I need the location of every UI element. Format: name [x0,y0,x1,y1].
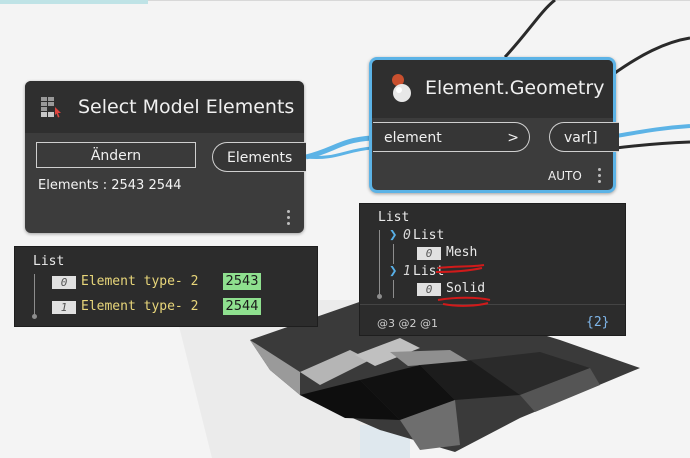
level-indicators[interactable]: @3 @2 @1 [377,317,438,330]
node-title: Select Model Elements [78,96,295,118]
tree-line-end [377,294,382,299]
list-item-label: Element type- 2 [81,299,199,314]
select-elements-icon [41,97,61,118]
list-item-value: Mesh [446,245,478,260]
tree-line [34,274,35,316]
more-options-icon[interactable] [287,210,291,230]
node-header[interactable]: Element.Geometry [372,60,613,118]
expand-chevron-icon[interactable]: ❯ [389,227,397,243]
tree-line [379,230,380,296]
node-title: Element.Geometry [425,77,605,99]
list-index: 0 [52,276,76,289]
element-id-badge[interactable]: 2543 [223,273,261,290]
node-header[interactable]: Select Model Elements [25,81,304,133]
geometry-icon [392,74,411,102]
tree-line [393,280,394,298]
preview-header: List [378,210,410,225]
preview-header: List [33,254,65,269]
input-chevron-icon: > [507,130,519,146]
list-index: 0 [403,228,411,243]
list-index: 0 [417,283,441,296]
element-input-port[interactable]: element > [373,122,530,152]
var-output-port[interactable]: var[] [549,122,619,152]
list-index: 0 [417,247,441,260]
selection-info: Elements : 2543 2544 [38,178,182,193]
sublist-label: List [413,228,445,243]
elements-output-port[interactable]: Elements [212,142,306,172]
input-port-label: element [384,130,442,146]
list-index: 1 [403,264,411,279]
list-item-label: Element type- 2 [81,274,199,289]
preview-separator [360,304,625,305]
list-index: 1 [52,301,76,314]
lacing-indicator[interactable]: AUTO [548,169,582,183]
geometry-node-preview: List ❯ 0 List 0 Mesh ❯ 1 List 0 Solid @3… [359,203,626,336]
expand-chevron-icon[interactable]: ❯ [389,263,397,279]
element-geometry-node[interactable]: Element.Geometry element > var[] AUTO [369,57,619,193]
sublist-label: List [413,264,445,279]
change-selection-button[interactable]: Ändern [36,142,196,168]
list-item-value: Solid [446,281,486,296]
select-node-preview: List 0 Element type- 2 2543 1 Element ty… [14,246,318,327]
tree-line [393,244,394,264]
item-count: {2} [586,315,610,330]
more-options-icon[interactable] [598,168,602,188]
tree-line-end [32,314,37,319]
element-id-badge[interactable]: 2544 [223,298,261,315]
